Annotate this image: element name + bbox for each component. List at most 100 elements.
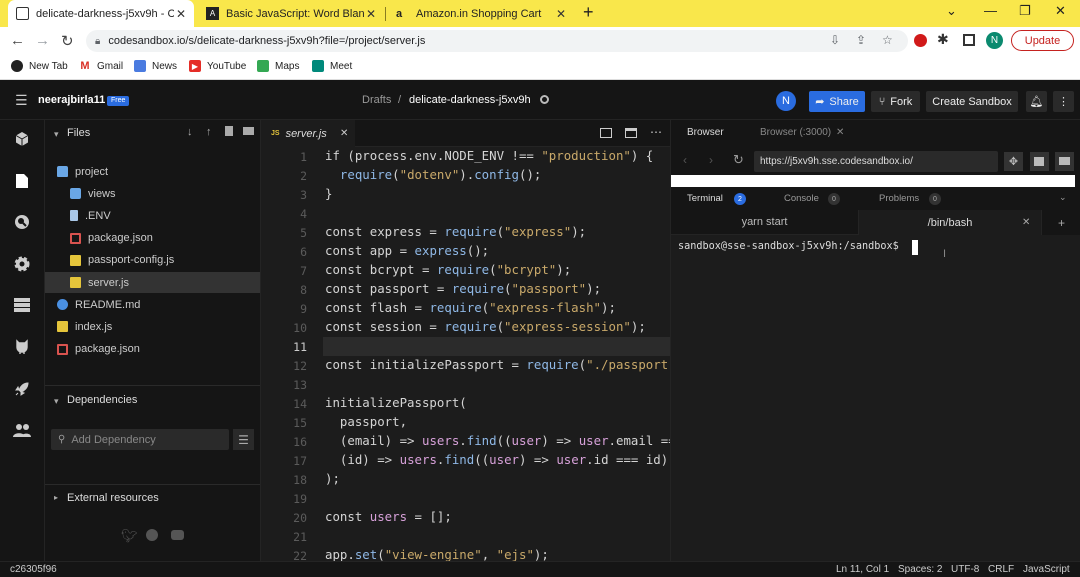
back-icon[interactable]: ← (10, 32, 25, 49)
bookmark-meet[interactable]: Meet (312, 60, 352, 72)
file-tree-item[interactable]: .ENV (45, 205, 260, 226)
problems-panel-tab[interactable]: Problems (879, 193, 919, 204)
settings-gear-icon[interactable] (13, 255, 31, 273)
responsive-mode-icon[interactable]: ✥ (1004, 152, 1023, 171)
share-button[interactable]: ➦ Share (809, 91, 865, 112)
search-icon[interactable] (13, 213, 31, 231)
close-port-tab-icon[interactable]: ✕ (836, 127, 844, 138)
server-control-icon[interactable] (13, 296, 31, 314)
file-tree-item[interactable]: project (45, 161, 260, 182)
dependency-menu-icon[interactable]: ☰ (233, 429, 254, 450)
github-icon[interactable] (13, 338, 31, 356)
open-new-window-icon[interactable] (1030, 152, 1049, 171)
preview-refresh-icon[interactable]: ↻ (733, 152, 744, 168)
discord-icon[interactable] (171, 530, 184, 540)
live-collaboration-icon[interactable] (13, 421, 31, 439)
encoding[interactable]: UTF-8 (951, 564, 979, 575)
address-bar[interactable]: 🔒︎ codesandbox.io/s/delicate-darkness-j5… (86, 30, 908, 52)
collapse-panel-chevron-icon[interactable]: ⌄ (1059, 192, 1067, 203)
preview-viewport[interactable] (671, 175, 1075, 187)
sandbox-name[interactable]: delicate-darkness-j5xv9h (409, 94, 531, 106)
collapse-files-chevron-icon[interactable]: ▾ (54, 129, 59, 140)
profile-avatar[interactable]: N (986, 32, 1003, 49)
forward-icon[interactable]: → (35, 32, 50, 49)
terminal-tab-yarn-start[interactable]: yarn start (671, 210, 858, 235)
browser-tab[interactable]: Browser (687, 127, 724, 138)
update-button[interactable]: Update (1011, 30, 1074, 51)
file-explorer-icon[interactable] (13, 172, 31, 190)
menu-icon[interactable]: ☰ (15, 93, 28, 107)
files-section-title[interactable]: Files (67, 127, 90, 139)
reload-icon[interactable]: ↻ (61, 32, 74, 50)
file-tree-item[interactable]: README.md (45, 294, 260, 315)
file-tree-item[interactable]: package.json (45, 339, 260, 360)
language-mode[interactable]: JavaScript (1023, 564, 1070, 575)
side-panel-icon[interactable] (963, 34, 975, 46)
breadcrumb-drafts[interactable]: Drafts (362, 94, 391, 106)
collapse-dependencies-chevron-icon[interactable]: ▾ (54, 396, 59, 407)
expand-external-chevron-icon[interactable]: ▸ (54, 493, 58, 502)
share-page-icon[interactable]: ⇪ (856, 33, 866, 47)
deploy-rocket-icon[interactable] (13, 380, 31, 398)
commit-hash[interactable]: c26305f96 (10, 564, 57, 575)
browser-tab-freecodecamp[interactable]: A Basic JavaScript: Word Blanks | fr ✕ (198, 0, 384, 27)
cursor-position[interactable]: Ln 11, Col 1 (836, 564, 889, 575)
more-actions-icon[interactable]: ⋯ (650, 125, 662, 139)
line-ending[interactable]: CRLF (988, 564, 1014, 575)
preview-forward-icon[interactable]: › (709, 153, 713, 167)
indentation[interactable]: Spaces: 2 (898, 564, 942, 575)
close-tab-icon[interactable]: ✕ (340, 128, 348, 139)
bookmark-gmail[interactable]: M Gmail (79, 60, 123, 72)
file-tree-item[interactable]: server.js (45, 272, 260, 293)
bookmark-star-icon[interactable]: ☆ (882, 33, 893, 47)
minimize-icon[interactable]: — (984, 3, 997, 18)
sandbox-info-cube-icon[interactable] (13, 130, 31, 148)
extensions-puzzle-icon[interactable]: ✱ (937, 31, 949, 48)
bookmark-youtube[interactable]: ▶ YouTube (189, 60, 246, 72)
bookmark-new-tab[interactable]: New Tab (11, 60, 68, 72)
notifications-bell-icon[interactable]: 🔔︎ (1026, 91, 1047, 112)
close-tab-icon[interactable]: ✕ (174, 7, 188, 21)
add-dependency-input[interactable]: ⚲ Add Dependency (51, 429, 229, 450)
preview-layout-icon[interactable] (1055, 152, 1074, 171)
new-folder-icon[interactable] (243, 127, 254, 135)
create-sandbox-button[interactable]: Create Sandbox (926, 91, 1018, 112)
close-terminal-icon[interactable]: ✕ (1022, 217, 1030, 228)
more-menu-icon[interactable]: ⋮ (1053, 91, 1074, 112)
bookmark-maps[interactable]: Maps (257, 60, 299, 72)
preview-window-icon[interactable] (625, 128, 637, 138)
file-tree-item[interactable]: package.json (45, 228, 260, 249)
editor-tab-server-js[interactable]: JS server.js ✕ (261, 120, 355, 147)
file-tree-item[interactable]: index.js (45, 316, 260, 337)
window-close-icon[interactable]: ✕ (1055, 3, 1066, 19)
install-icon[interactable]: ⇩ (830, 33, 840, 47)
upload-file-icon[interactable]: ↓ (187, 126, 193, 138)
fork-button[interactable]: ⑂ Fork (871, 91, 920, 112)
download-icon[interactable]: ↑ (206, 126, 212, 138)
browser-port-tab[interactable]: Browser (:3000) (760, 127, 831, 138)
close-tab-icon[interactable]: ✕ (364, 7, 378, 21)
new-file-icon[interactable] (225, 126, 233, 136)
code-editor[interactable]: 1 if (process.env.NODE_ENV !== "productio… (261, 147, 670, 561)
new-tab-button[interactable]: + (583, 2, 594, 23)
extension-opera-icon[interactable] (914, 34, 927, 47)
terminal-panel-tab[interactable]: Terminal (687, 193, 723, 204)
twitter-icon[interactable]: 🐦︎ (121, 528, 138, 544)
bookmark-news[interactable]: News (134, 60, 177, 72)
terminal-tab-bash[interactable]: /bin/bash ✕ (858, 210, 1041, 235)
tab-search-icon[interactable]: ⌄ (946, 3, 957, 19)
split-view-icon[interactable] (600, 128, 612, 138)
avatar[interactable]: N (776, 91, 796, 111)
terminal-output[interactable]: sandbox@sse-sandbox-j5xv9h:/sandbox$ I (671, 235, 1080, 561)
close-tab-icon[interactable]: ✕ (554, 7, 568, 21)
maximize-icon[interactable]: ❐ (1019, 3, 1031, 19)
console-panel-tab[interactable]: Console (784, 193, 819, 204)
external-resources-title[interactable]: External resources (67, 492, 159, 504)
file-tree-item[interactable]: passport-config.js (45, 250, 260, 271)
preview-back-icon[interactable]: ‹ (683, 153, 687, 167)
privacy-globe-icon[interactable] (540, 95, 549, 104)
browser-tab-amazon[interactable]: a Amazon.in Shopping Cart ✕ (388, 0, 574, 27)
dependencies-section-title[interactable]: Dependencies (67, 394, 137, 406)
browser-tab-codesandbox[interactable]: delicate-darkness-j5xv9h - CodeS ✕ (8, 0, 194, 27)
github-footer-icon[interactable] (146, 529, 158, 541)
